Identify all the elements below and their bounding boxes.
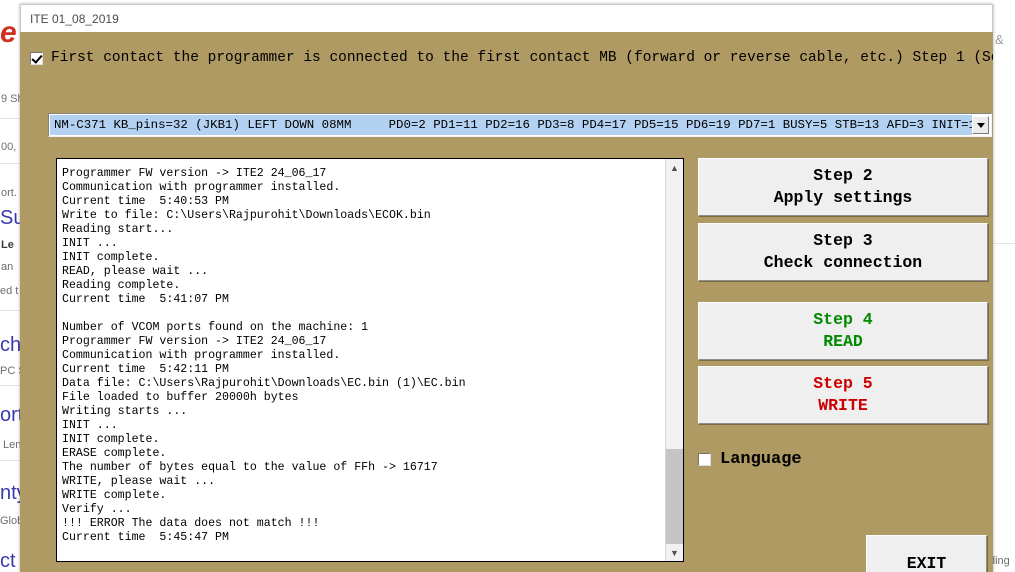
language-checkbox[interactable] [698,453,711,466]
background-text-fragment: Le [1,239,14,251]
log-scrollbar-thumb[interactable] [666,449,683,544]
log-output-text[interactable]: Programmer FW version -> ITE2 24_06_17 C… [57,159,665,561]
background-text-fragment: e [0,16,17,49]
window-title-bar: ITE 01_08_2019 [20,4,993,32]
log-output-panel: Programmer FW version -> ITE2 24_06_17 C… [56,158,684,562]
window-title: ITE 01_08_2019 [30,11,119,26]
chevron-down-icon [976,122,985,128]
step2-apply-settings-button[interactable]: Step 2 Apply settings [698,158,988,216]
device-select-dropdown-button[interactable] [972,116,989,134]
chevron-up-icon[interactable]: ▲ [666,159,683,176]
background-text-fragment: ch [0,334,22,356]
programmer-application-window: ITE 01_08_2019 First contact the program… [20,4,993,572]
step3-line1: Step 3 [813,231,873,250]
step2-line2: Apply settings [773,188,913,207]
step2-line1: Step 2 [813,166,873,185]
chevron-down-icon[interactable]: ▼ [666,544,683,561]
step3-line2: Check connection [763,253,923,272]
device-select-value[interactable]: NM-C371 KB_pins=32 (JKB1) LEFT DOWN 08MM… [50,115,972,135]
step3-check-connection-button[interactable]: Step 3 Check connection [698,223,988,281]
language-option-row[interactable]: Language [698,450,802,469]
background-text-fragment: ct [0,550,16,572]
background-text-fragment: Len [3,439,22,451]
step5-write-button[interactable]: Step 5 WRITE [698,366,988,424]
exit-button[interactable]: EXIT [866,535,987,572]
language-label: Language [720,450,802,469]
background-text-fragment: & [995,32,1004,47]
device-select-combobox[interactable]: NM-C371 KB_pins=32 (JKB1) LEFT DOWN 08MM… [48,113,992,137]
step1-hint-row: First contact the programmer is connecte… [30,50,993,66]
background-text-fragment: 00, [1,141,17,153]
background-text-fragment: ort. [1,187,17,199]
background-text-fragment: ed t [0,285,19,297]
step1-checkbox[interactable] [30,51,43,65]
step5-line1: Step 5 [813,374,873,393]
step4-line2: READ [823,332,863,351]
step5-line2: WRITE [818,396,868,415]
step1-hint-label: First contact the programmer is connecte… [51,50,993,66]
log-scrollbar[interactable]: ▲ ▼ [665,159,683,561]
step4-line1: Step 4 [813,310,873,329]
step4-read-button[interactable]: Step 4 READ [698,302,988,360]
background-text-fragment: an [1,261,14,273]
window-client-area: First contact the programmer is connecte… [20,32,993,572]
